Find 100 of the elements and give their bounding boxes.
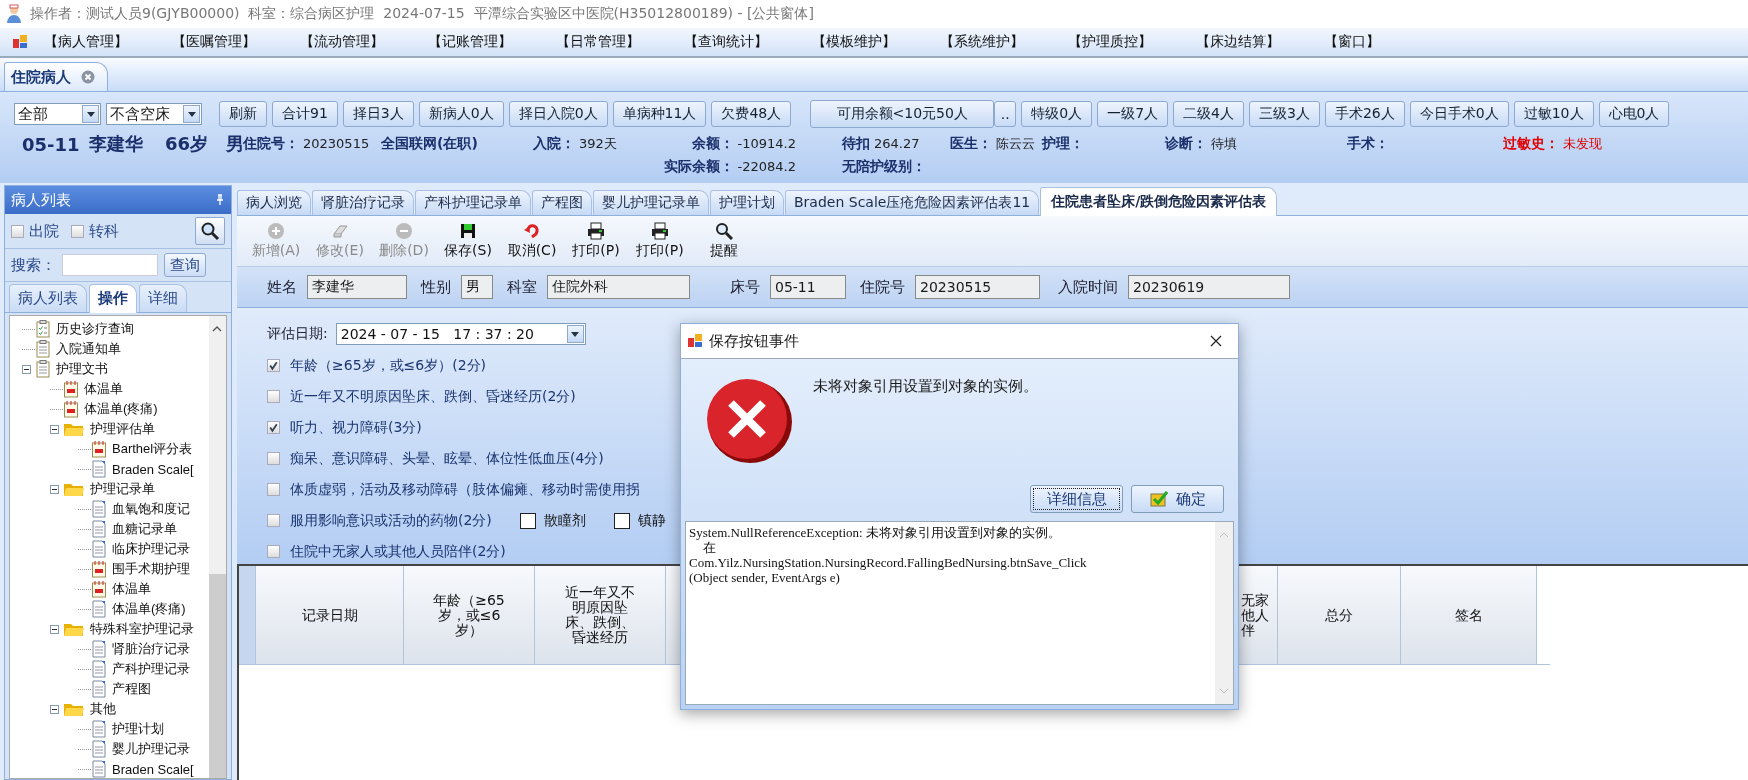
filter-button[interactable]: 可用余额<10元50人 (810, 100, 995, 128)
filter-button[interactable]: 心电0人 (1598, 101, 1670, 127)
filter-button[interactable]: 择日3人 (342, 101, 414, 127)
menu-item[interactable]: 【窗口】 (1324, 33, 1380, 51)
field-value: -22084.2 (737, 159, 796, 174)
checkbox-label: 散瞳剂 (543, 511, 586, 530)
field-value: -10914.2 (737, 136, 796, 151)
search-label: 搜索： (11, 255, 56, 275)
tree-item[interactable]: 肾脏治疗记录 (112, 640, 190, 658)
filter-dropdown[interactable]: 全部 (14, 103, 101, 125)
dialog-title: 保存按钮事件 (709, 331, 799, 351)
toolbar-button[interactable]: 取消(C) (503, 222, 561, 260)
field-label: 姓名 (267, 277, 297, 297)
menu-item[interactable]: 【查询统计】 (684, 33, 768, 51)
tree-item[interactable]: 体温单(疼痛) (112, 600, 186, 618)
field-label: 无陪护级别： (842, 158, 926, 176)
field-label: 过敏史： (1503, 135, 1559, 153)
tree-item[interactable]: 产程图 (112, 680, 151, 698)
filter-button[interactable]: 刷新 (219, 101, 267, 127)
document-tab[interactable]: 产科护理记录单 (415, 190, 531, 215)
checkbox-label: 体质虚弱，活动及移动障碍（肢体偏瘫、移动时需使用拐 (290, 480, 640, 499)
toolbar-button[interactable]: 提醒 (695, 222, 753, 260)
readonly-field[interactable]: 05-11 (770, 275, 846, 299)
field-value: 待填 (1211, 135, 1237, 153)
filter-button[interactable]: 三级3人 (1249, 101, 1320, 127)
tree-item[interactable]: 围手术期护理 (112, 560, 190, 578)
menu-item[interactable]: 【模板维护】 (812, 33, 896, 51)
toolbar-button[interactable]: 打印(P) (631, 222, 689, 260)
filter-button[interactable]: 今日手术0人 (1409, 101, 1509, 127)
error-message: 未将对象引用设置到对象的实例。 (813, 377, 1038, 397)
readonly-field[interactable]: 20230515 (915, 275, 1040, 299)
tree-item[interactable]: 护理文书 (56, 360, 108, 378)
document-tab[interactable]: 肾脏治疗记录 (312, 190, 414, 215)
menu-item[interactable]: 【日常管理】 (556, 33, 640, 51)
menu-item[interactable]: 【医嘱管理】 (172, 33, 256, 51)
patient-value: 全国联网(在职) (381, 135, 478, 153)
field-label: 护理： (1042, 135, 1084, 153)
panel-tab[interactable]: 详细 (139, 284, 187, 312)
tree-item[interactable]: 特殊科室护理记录 (90, 620, 194, 638)
tree-item[interactable]: 其他 (90, 700, 116, 718)
menu-item[interactable]: 【床边结算】 (1196, 33, 1280, 51)
tree-item[interactable]: 护理记录单 (90, 480, 155, 498)
date-picker[interactable]: 2024 - 07 - 15 17 : 37 : 20 (335, 323, 586, 345)
ok-button[interactable]: 确定 (1131, 485, 1224, 513)
toolbar-button[interactable]: 打印(P) (567, 222, 625, 260)
main-tab[interactable]: 住院病人 (4, 62, 108, 91)
toolbar-button[interactable]: 保存(S) (439, 222, 497, 260)
more-button[interactable]: .. (994, 101, 1017, 127)
filter-button[interactable]: 新病人0人 (418, 101, 504, 127)
filter-button[interactable]: 特级0人 (1021, 101, 1093, 127)
tree-item[interactable]: 历史诊疗查询 (56, 320, 134, 338)
tree-item[interactable]: Barthel评分表 (112, 440, 193, 458)
filter-button[interactable]: 过敏10人 (1513, 101, 1594, 127)
tree-item[interactable]: Braden Scale[ (112, 761, 194, 777)
query-button[interactable]: 查询 (164, 253, 206, 277)
tree-item[interactable]: 产科护理记录 (112, 660, 190, 678)
menu-item[interactable]: 【记账管理】 (428, 33, 512, 51)
details-button[interactable]: 详细信息 (1030, 485, 1123, 513)
tree-item[interactable]: 体温单 (112, 580, 151, 598)
patient-value: 李建华 (89, 132, 143, 156)
tree-item[interactable]: 护理计划 (112, 720, 164, 738)
field-label: 待扣 (842, 135, 870, 153)
readonly-field[interactable]: 20230619 (1128, 275, 1290, 299)
panel-tab[interactable]: 操作 (89, 284, 137, 313)
checkbox-label: 镇静 (637, 511, 666, 530)
document-tab[interactable]: 婴儿护理记录单 (593, 190, 709, 215)
panel-tab[interactable]: 病人列表 (9, 284, 87, 312)
document-tab[interactable]: 住院患者坠床/跌倒危险因素评估表 (1040, 187, 1278, 216)
readonly-field[interactable]: 李建华 (307, 275, 407, 299)
document-tab[interactable]: 病人浏览 (237, 190, 311, 215)
readonly-field[interactable]: 住院外科 (547, 275, 690, 299)
menu-item[interactable]: 【护理质控】 (1068, 33, 1152, 51)
tree-item[interactable]: 护理评估单 (90, 420, 155, 438)
filter-dropdown[interactable]: 不含空床 (106, 103, 202, 125)
tree-item[interactable]: 婴儿护理记录 (112, 740, 190, 758)
tree-item[interactable]: 体温单(疼痛) (84, 400, 158, 418)
tree-item[interactable]: 血糖记录单 (112, 520, 177, 538)
checkbox-label: 痴呆、意识障碍、头晕、眩晕、体位性低血压(4分) (290, 449, 604, 468)
document-tab[interactable]: 产程图 (532, 190, 592, 215)
tree-item[interactable]: 临床护理记录 (112, 540, 190, 558)
filter-button[interactable]: 择日入院0人 (508, 101, 608, 127)
filter-button[interactable]: 单病种11人 (612, 101, 707, 127)
button-label: 删除(D) (379, 242, 429, 260)
menu-item[interactable]: 【病人管理】 (44, 33, 128, 51)
filter-button[interactable]: 合计91 (272, 101, 338, 127)
document-tab[interactable]: Braden Scale压疮危险因素评估表11 (785, 190, 1040, 215)
document-tab[interactable]: 护理计划 (710, 190, 784, 215)
detail-line: 在 (702, 540, 716, 555)
tree-item[interactable]: 血氧饱和度记 (112, 500, 190, 518)
menu-item[interactable]: 【流动管理】 (300, 33, 384, 51)
tree-item[interactable]: 入院通知单 (56, 340, 121, 358)
filter-button[interactable]: 一级7人 (1097, 101, 1169, 127)
filter-button[interactable]: 欠费48人 (711, 101, 792, 127)
filter-button[interactable]: 二级4人 (1173, 101, 1244, 127)
readonly-field[interactable]: 男 (461, 275, 493, 299)
tree-item[interactable]: 体温单 (84, 380, 123, 398)
tree-item[interactable]: Braden Scale[ (112, 461, 194, 477)
field-label: 手术： (1347, 135, 1389, 153)
menu-item[interactable]: 【系统维护】 (940, 33, 1024, 51)
filter-button[interactable]: 手术26人 (1324, 101, 1405, 127)
